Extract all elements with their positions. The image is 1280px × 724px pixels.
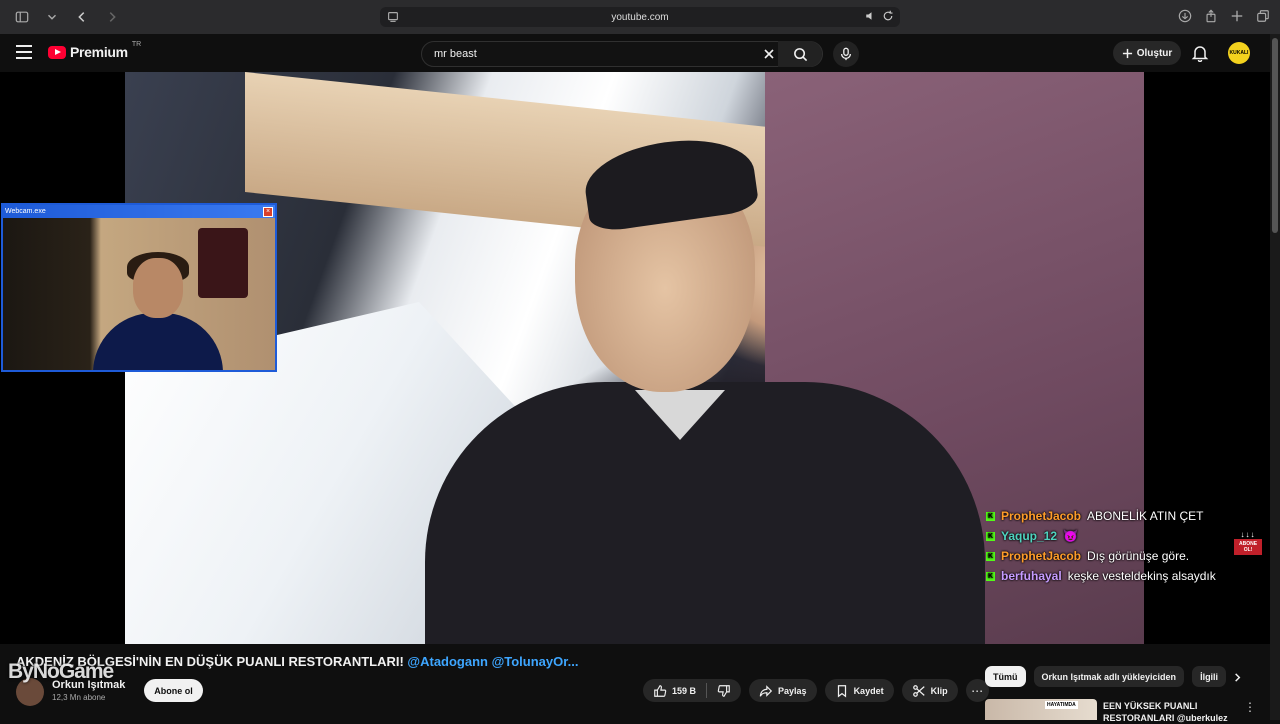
- bookmark-icon: [837, 684, 846, 697]
- chip-related[interactable]: İlgili: [1192, 666, 1227, 687]
- browser-toolbar: youtube.com: [0, 0, 1280, 34]
- chips-next-button[interactable]: [1228, 668, 1246, 686]
- download-icon[interactable]: [1178, 9, 1192, 23]
- youtube-premium-logo[interactable]: Premium TR: [48, 40, 142, 60]
- kick-badge-icon: K: [986, 571, 995, 581]
- recommended-more-icon[interactable]: ⋮: [1244, 700, 1256, 714]
- logo-text: Premium: [70, 44, 128, 60]
- video-person: [425, 130, 985, 644]
- page-settings-icon[interactable]: [386, 10, 400, 24]
- chat-message: K berfuhayal keşke vesteldekinş alsaydık: [986, 569, 1216, 583]
- microphone-icon: [840, 47, 852, 61]
- recommended-video-title[interactable]: EEN YÜKSEK PUANLI RESTORANLARI @uberkule…: [1103, 700, 1233, 724]
- title-mentions[interactable]: @Atadogann @TolunayOr...: [407, 654, 578, 669]
- scissors-icon: [912, 684, 925, 697]
- share-button[interactable]: Paylaş: [749, 679, 817, 702]
- kick-badge-icon: K: [986, 511, 995, 521]
- stream-chat-overlay: K ProphetJacob ABONELİK ATIN ÇET K Yaqup…: [986, 506, 1246, 586]
- more-horizontal-icon: ⋯: [971, 683, 984, 698]
- kick-badge-icon: K: [986, 551, 995, 561]
- thumbnail-badge: HAYATIMDA: [1045, 701, 1078, 709]
- page-scrollbar[interactable]: [1270, 34, 1280, 720]
- webcam-person: [93, 252, 223, 370]
- create-label: Oluştur: [1136, 47, 1173, 59]
- new-tab-icon[interactable]: [1230, 9, 1244, 23]
- thumbs-up-icon: [654, 684, 667, 697]
- search-icon: [793, 47, 807, 61]
- search-box[interactable]: mr beast: [421, 41, 823, 67]
- address-bar[interactable]: youtube.com: [380, 7, 900, 27]
- clip-button[interactable]: Klip: [901, 679, 958, 702]
- country-code: TR: [131, 40, 142, 48]
- chevron-right-icon: [1234, 672, 1240, 682]
- url-text: youtube.com: [611, 11, 669, 23]
- bynogame-watermark: ByNoGame: [8, 660, 114, 683]
- reload-icon[interactable]: [882, 10, 894, 22]
- webcam-title: Webcam.exe: [5, 208, 46, 215]
- webcam-close-button[interactable]: ×: [263, 206, 273, 217]
- subscriber-count: 12,3 Mn abone: [52, 693, 106, 702]
- share-arrow-icon: [759, 684, 773, 697]
- account-avatar[interactable]: KUKALI: [1228, 42, 1250, 64]
- subscribe-button[interactable]: Abone ol: [144, 679, 203, 702]
- chip-from-uploader[interactable]: Orkun Işıtmak adlı yükleyiciden: [1033, 666, 1185, 687]
- chat-message: K Yaqup_12 😈: [986, 529, 1078, 543]
- plus-icon: [1122, 48, 1132, 58]
- search-button[interactable]: [778, 41, 822, 67]
- hamburger-menu-icon[interactable]: [16, 45, 32, 59]
- recommended-video-thumbnail[interactable]: HAYATIMDA: [985, 699, 1097, 720]
- youtube-header: Premium TR mr beast Oluştur KUKALI: [0, 34, 1280, 72]
- chat-message: K ProphetJacob Dış görünüşe göre.: [986, 549, 1190, 563]
- video-actions: 159 B Paylaş Kaydet Klip ⋯: [643, 679, 989, 702]
- voice-search-button[interactable]: [833, 41, 859, 67]
- search-input[interactable]: mr beast: [434, 48, 477, 60]
- forward-icon[interactable]: [102, 7, 122, 27]
- speaker-icon[interactable]: [864, 10, 876, 22]
- recommendation-chips: Tümü Orkun Işıtmak adlı yükleyiciden İlg…: [985, 666, 1227, 687]
- webcam-title-bar[interactable]: Webcam.exe ×: [3, 205, 275, 218]
- back-icon[interactable]: [72, 7, 92, 27]
- notifications-bell-icon[interactable]: [1191, 44, 1209, 62]
- scrollbar-thumb[interactable]: [1272, 38, 1278, 233]
- like-dislike-group: 159 B: [643, 679, 742, 702]
- webcam-window[interactable]: Webcam.exe ×: [1, 203, 277, 372]
- kick-badge-icon: K: [986, 531, 995, 541]
- like-button[interactable]: 159 B: [643, 679, 706, 702]
- youtube-play-icon: [48, 45, 66, 59]
- save-button[interactable]: Kaydet: [824, 679, 894, 702]
- chat-message: K ProphetJacob ABONELİK ATIN ÇET: [986, 509, 1204, 523]
- share-icon[interactable]: [1204, 9, 1218, 23]
- sidebar-toggle-icon[interactable]: [12, 7, 32, 27]
- tab-overview-icon[interactable]: [1256, 9, 1270, 23]
- chip-all[interactable]: Tümü: [985, 666, 1026, 687]
- webcam-feed: [3, 218, 275, 370]
- subscribe-reminder-badge: ↓↓↓ ABONE OL!: [1234, 530, 1262, 558]
- thumbs-down-icon: [717, 684, 730, 697]
- clear-search-icon[interactable]: [762, 47, 776, 61]
- dislike-button[interactable]: [707, 679, 741, 702]
- create-button[interactable]: Oluştur: [1113, 41, 1181, 65]
- chevron-down-icon[interactable]: [42, 7, 62, 27]
